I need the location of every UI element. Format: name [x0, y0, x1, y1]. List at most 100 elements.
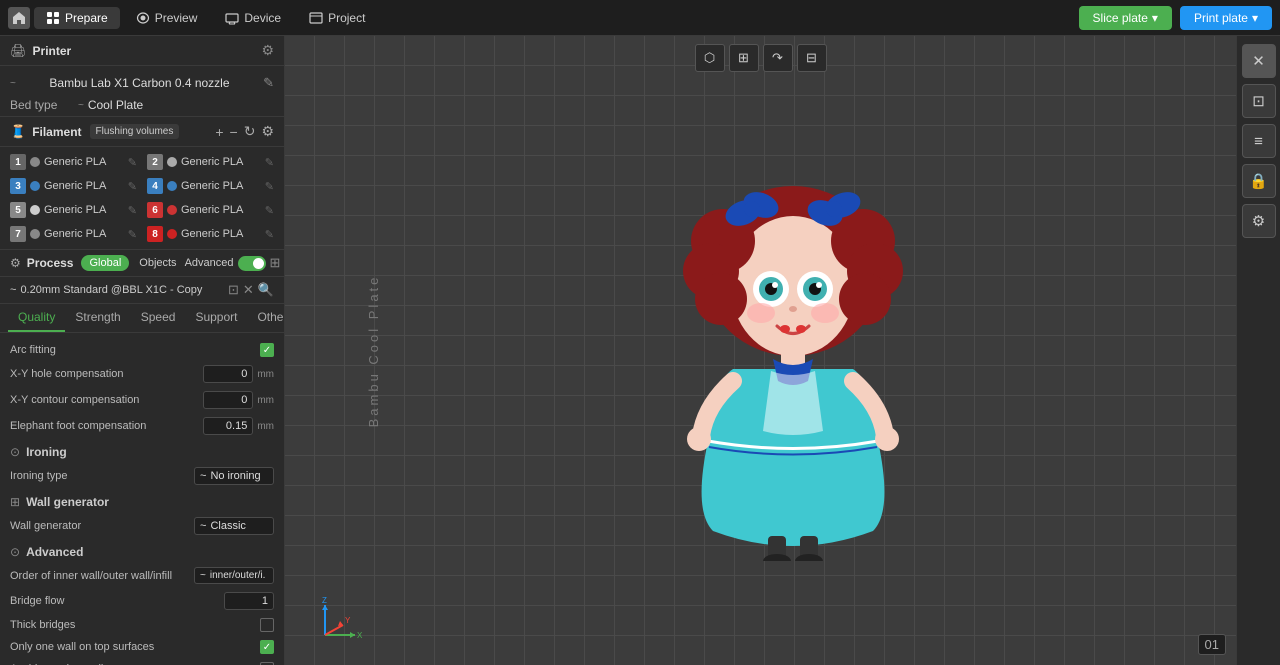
profile-row: ~ 0.20mm Standard @BBL X1C - Copy ⊡ ✕ 🔍 [0, 277, 284, 304]
filament-num-1: 1 [10, 154, 26, 170]
process-section-title: Process [27, 256, 74, 270]
device-tab[interactable]: Device [213, 7, 293, 29]
doll-model[interactable] [633, 141, 953, 561]
thick-bridges-checkbox[interactable] [260, 618, 274, 632]
svg-text:X: X [357, 631, 363, 640]
filament-remove-icon[interactable]: − [230, 124, 238, 140]
filament-num-8: 8 [147, 226, 163, 242]
profile-name[interactable]: ~ 0.20mm Standard @BBL X1C - Copy [10, 284, 222, 296]
print-plate-button[interactable]: Print plate ▾ [1180, 6, 1272, 30]
filament-name-8: Generic PLA [181, 228, 261, 240]
filament-actions: + − ↻ ⚙ [215, 123, 274, 140]
slice-plate-button[interactable]: Slice plate ▾ [1079, 6, 1172, 30]
filament-name-7: Generic PLA [44, 228, 124, 240]
filament-edit-5[interactable]: ✎ [128, 204, 137, 217]
filament-item-4: 4 Generic PLA ✎ [143, 175, 278, 197]
global-tab[interactable]: Global [81, 255, 129, 271]
filament-sync-icon[interactable]: ↻ [244, 123, 256, 140]
lock-button[interactable]: 🔒 [1242, 164, 1276, 198]
xy-contour-input[interactable] [203, 391, 253, 409]
quality-tab[interactable]: Quality [8, 304, 65, 332]
only-one-wall-row: Only one wall on top surfaces ✓ [10, 636, 274, 658]
printer-settings-icon[interactable]: ⚙ [261, 42, 274, 59]
wall-order-row: Order of inner wall/outer wall/infill ~ … [10, 563, 274, 588]
arc-fitting-label: Arc fitting [10, 344, 260, 356]
filament-num-6: 6 [147, 202, 163, 218]
profile-delete-icon[interactable]: ✕ [243, 282, 254, 298]
canvas-area[interactable]: ⬡ ⊞ ↷ ⊟ Bambu Cool Plate [285, 36, 1236, 665]
arc-fitting-row: Arc fitting ✓ [10, 339, 274, 361]
printer-name: Bambu Lab X1 Carbon 0.4 nozzle [49, 76, 229, 90]
filament-color-8 [167, 229, 177, 239]
preview-tab[interactable]: Preview [124, 7, 210, 29]
bridge-flow-row: Bridge flow [10, 588, 274, 614]
printer-info: ~ Bambu Lab X1 Carbon 0.4 nozzle ✎ [0, 66, 284, 94]
filament-edit-4[interactable]: ✎ [265, 180, 274, 193]
tool-slice-icon[interactable]: ⊟ [797, 44, 827, 72]
filament-add-icon[interactable]: + [215, 124, 223, 140]
prepare-tab[interactable]: Prepare [34, 7, 120, 29]
filament-num-4: 4 [147, 178, 163, 194]
wall-generator-type-label: Wall generator [10, 520, 194, 532]
filament-color-2 [167, 157, 177, 167]
bed-type-value[interactable]: ~ Cool Plate [78, 98, 143, 112]
filament-edit-6[interactable]: ✎ [265, 204, 274, 217]
profile-copy-icon[interactable]: ⊡ [228, 282, 239, 298]
canvas-toolbar: ⬡ ⊞ ↷ ⊟ [285, 44, 1236, 72]
quality-tabs: Quality Strength Speed Support Others [0, 304, 284, 333]
flushing-volumes-button[interactable]: Flushing volumes [90, 124, 180, 139]
project-tab[interactable]: Project [297, 7, 377, 29]
filament-num-5: 5 [10, 202, 26, 218]
speed-tab[interactable]: Speed [131, 304, 186, 332]
settings-wheel-button[interactable]: ⚙ [1242, 204, 1276, 238]
thick-bridges-row: Thick bridges [10, 614, 274, 636]
avoid-crossing-row: Avoid crossing walls [10, 658, 274, 665]
elephant-foot-row: Elephant foot compensation mm [10, 413, 274, 439]
filament-edit-3[interactable]: ✎ [128, 180, 137, 193]
objects-tab[interactable]: Objects [131, 255, 184, 271]
process-view-icons[interactable]: ⊞ [270, 255, 281, 271]
printer-section-header[interactable]: 🖨 Printer ⚙ [0, 36, 284, 66]
filament-edit-1[interactable]: ✎ [128, 156, 137, 169]
printer-edit-icon[interactable]: ✎ [263, 75, 274, 91]
home-button[interactable] [8, 7, 30, 29]
filament-icon: 🧵 [10, 124, 26, 140]
ironing-type-dropdown[interactable]: ~ No ironing [194, 467, 274, 485]
wall-generator-section[interactable]: ⊞ Wall generator [10, 489, 274, 513]
filament-section-header: 🧵 Filament Flushing volumes + − ↻ ⚙ [0, 116, 284, 147]
elephant-foot-input[interactable] [203, 417, 253, 435]
bed-type-row: Bed type ~ Cool Plate [0, 94, 284, 116]
sidebar: 🖨 Printer ⚙ ~ Bambu Lab X1 Carbon 0.4 no… [0, 36, 285, 665]
profile-search-icon[interactable]: 🔍 [258, 282, 274, 298]
filament-num-7: 7 [10, 226, 26, 242]
wall-order-dropdown[interactable]: ~ inner/outer/i. [194, 567, 274, 584]
wall-generator-dropdown[interactable]: ~ Classic [194, 517, 274, 535]
others-tab[interactable]: Others [247, 304, 285, 332]
ironing-label: Ironing [26, 445, 67, 459]
advanced-toggle[interactable] [238, 256, 266, 271]
tool-perspective-icon[interactable]: ⬡ [695, 44, 725, 72]
tool-rotate-icon[interactable]: ↷ [763, 44, 793, 72]
advanced-section[interactable]: ⊙ Advanced [10, 539, 274, 563]
toggle-knob [253, 258, 264, 269]
tool-grid-icon[interactable]: ⊞ [729, 44, 759, 72]
auto-arrange-button[interactable]: ⊡ [1242, 84, 1276, 118]
filament-item-7: 7 Generic PLA ✎ [6, 223, 141, 245]
slice-view-button[interactable]: ≡ [1242, 124, 1276, 158]
close-button[interactable]: ✕ [1242, 44, 1276, 78]
support-tab[interactable]: Support [185, 304, 247, 332]
filament-color-3 [30, 181, 40, 191]
arc-fitting-checkbox[interactable]: ✓ [260, 343, 274, 357]
ironing-section[interactable]: ⊙ Ironing [10, 439, 274, 463]
filament-settings-icon[interactable]: ⚙ [261, 123, 274, 140]
bed-type-label: Bed type [10, 98, 70, 112]
filament-edit-7[interactable]: ✎ [128, 228, 137, 241]
filament-edit-2[interactable]: ✎ [265, 156, 274, 169]
strength-tab[interactable]: Strength [65, 304, 130, 332]
only-one-wall-checkbox[interactable]: ✓ [260, 640, 274, 654]
filament-edit-8[interactable]: ✎ [265, 228, 274, 241]
bridge-flow-input[interactable] [224, 592, 274, 610]
xy-hole-input[interactable] [203, 365, 253, 383]
wall-order-label: Order of inner wall/outer wall/infill [10, 570, 194, 582]
filament-num-3: 3 [10, 178, 26, 194]
